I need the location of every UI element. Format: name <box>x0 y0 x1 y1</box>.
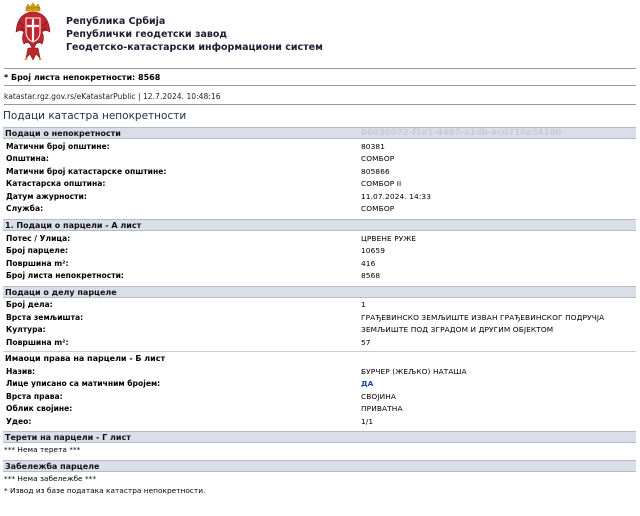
row-value: СВОЈИНА <box>361 392 397 401</box>
table-row: Лице уписано са матичним бројем: ДА <box>3 378 636 390</box>
table-row: Назив: БУРЧЕР (ЖЕЉКО) НАТАША <box>3 366 636 378</box>
row-value: БУРЧЕР (ЖЕЉКО) НАТАША <box>361 367 467 376</box>
section-title: Имаоци права на парцели - Б лист <box>5 354 166 363</box>
coat-of-arms-icon <box>15 2 51 61</box>
section-title: Подаци о делу парцеле <box>5 288 117 297</box>
row-value: 10659 <box>361 246 386 255</box>
table-row: Потес / Улица: ЦРВЕНЕ РУЖЕ <box>3 233 636 245</box>
row-label: Матични број катастарске општине: <box>6 167 167 176</box>
page-header: Република Србија Републички геодетски за… <box>0 0 640 66</box>
row-value: ПРИВАТНА <box>361 404 403 413</box>
row-value: ЦРВЕНЕ РУЖЕ <box>361 234 417 243</box>
row-value: 11.07.2024. 14:33 <box>361 192 432 201</box>
table-row: Број дела: 1 <box>3 299 636 311</box>
row-label: Врста земљишта: <box>6 313 84 322</box>
table-row: Број парцеле: 10659 <box>3 245 636 257</box>
section-title: Подаци о непокретности <box>5 129 121 138</box>
table-row: Облик својине: ПРИВАТНА <box>3 403 636 415</box>
row-label: Лице уписано са матичним бројем: <box>6 379 161 388</box>
row-label: Катастарска општина: <box>6 179 106 188</box>
section-title: Забележба парцеле <box>5 462 100 471</box>
table-row: Површина m²: 57 <box>3 337 636 349</box>
row-label: Општина: <box>6 154 49 163</box>
section-holders-header: Имаоци права на парцели - Б лист <box>3 353 636 365</box>
property-sheet-number: * Број листа непокретности: 8568 <box>4 73 161 82</box>
org-line-2: Републички геодетски завод <box>66 29 228 40</box>
footer-note: * Извод из базе података катастра непокр… <box>4 486 206 495</box>
row-value: 8568 <box>361 271 381 280</box>
row-value: СОМБОР <box>361 204 395 213</box>
table-row: Број листа непокретности: 8568 <box>3 270 636 282</box>
row-value: СОМБОР <box>361 154 395 163</box>
table-row: Матични број катастарске општине: 805866 <box>3 166 636 178</box>
row-value: 1 <box>361 300 366 309</box>
table-row: Врста права: СВОЈИНА <box>3 391 636 403</box>
table-row: Површина m²: 416 <box>3 258 636 270</box>
section-parcel-header: 1. Подаци о парцели - А лист <box>3 219 636 231</box>
divider <box>3 351 636 352</box>
page-title: Подаци катастра непокретности <box>3 110 187 122</box>
table-row: Удео: 1/1 <box>3 416 636 428</box>
section-remarks-header: Забележба парцеле <box>3 460 636 472</box>
table-row: Врста земљишта: ГРАЂЕВИНСКО ЗЕМЉИШТЕ ИЗВА… <box>3 312 636 324</box>
row-value: ДА <box>361 379 374 388</box>
org-line-1: Република Србија <box>66 16 166 27</box>
section-property-header: Подаци о непокретности b0030072-f1e1-440… <box>3 127 636 139</box>
row-value: СОМБОР II <box>361 179 402 188</box>
org-line-3: Геодетско-катастарски информациони систе… <box>66 42 323 53</box>
source-timestamp: katastar.rgz.gov.rs/eKatastarPublic | 12… <box>4 92 221 101</box>
row-label: Број дела: <box>6 300 53 309</box>
organization-name: Република Србија Републички геодетски за… <box>66 15 323 54</box>
section-title: Терети на парцели - Г лист <box>5 433 131 442</box>
row-label: Површина m²: <box>6 259 69 268</box>
row-label: Број парцеле: <box>6 246 69 255</box>
row-label: Облик својине: <box>6 404 73 413</box>
row-value: 57 <box>361 338 371 347</box>
divider <box>4 85 636 86</box>
row-label: Број листа непокретности: <box>6 271 124 280</box>
section-parcel-part-header: Подаци о делу парцеле <box>3 286 636 298</box>
row-value: 80381 <box>361 142 386 151</box>
remarks-note: *** Нема забележбе *** <box>4 474 97 483</box>
table-row: Култура: ЗЕМЉИШТЕ ПОД ЗГРАДОМ И ДРУГИМ ОБ… <box>3 324 636 336</box>
table-row: Датум ажурности: 11.07.2024. 14:33 <box>3 191 636 203</box>
row-value: ЗЕМЉИШТЕ ПОД ЗГРАДОМ И ДРУГИМ ОБЈЕКТОМ <box>361 325 554 334</box>
row-label: Потес / Улица: <box>6 234 71 243</box>
row-label: Служба: <box>6 204 44 213</box>
row-value: 1/1 <box>361 417 374 426</box>
row-label: Датум ажурности: <box>6 192 87 201</box>
row-value: 805866 <box>361 167 390 176</box>
table-row: Катастарска општина: СОМБОР II <box>3 178 636 190</box>
row-value: 416 <box>361 259 376 268</box>
row-label: Врста права: <box>6 392 63 401</box>
section-title: 1. Подаци о парцели - А лист <box>5 221 142 230</box>
divider <box>4 104 636 105</box>
table-row: Матични број општине: 80381 <box>3 141 636 153</box>
row-value: ГРАЂЕВИНСКО ЗЕМЉИШТЕ ИЗВАН ГРАЂЕВИНСКОГ … <box>361 313 605 322</box>
table-row: Служба: СОМБОР <box>3 203 636 215</box>
table-row: Општина: СОМБОР <box>3 153 636 165</box>
row-label: Култура: <box>6 325 46 334</box>
row-label: Површина m²: <box>6 338 69 347</box>
section-burdens-header: Терети на парцели - Г лист <box>3 431 636 443</box>
row-label: Матични број општине: <box>6 142 110 151</box>
divider <box>4 68 636 69</box>
row-label: Удео: <box>6 417 32 426</box>
record-guid: b0030072-f1e1-4407-a1db-acd710a5410b <box>361 128 562 138</box>
row-label: Назив: <box>6 367 36 376</box>
burdens-note: *** Нема терета *** <box>4 445 81 454</box>
